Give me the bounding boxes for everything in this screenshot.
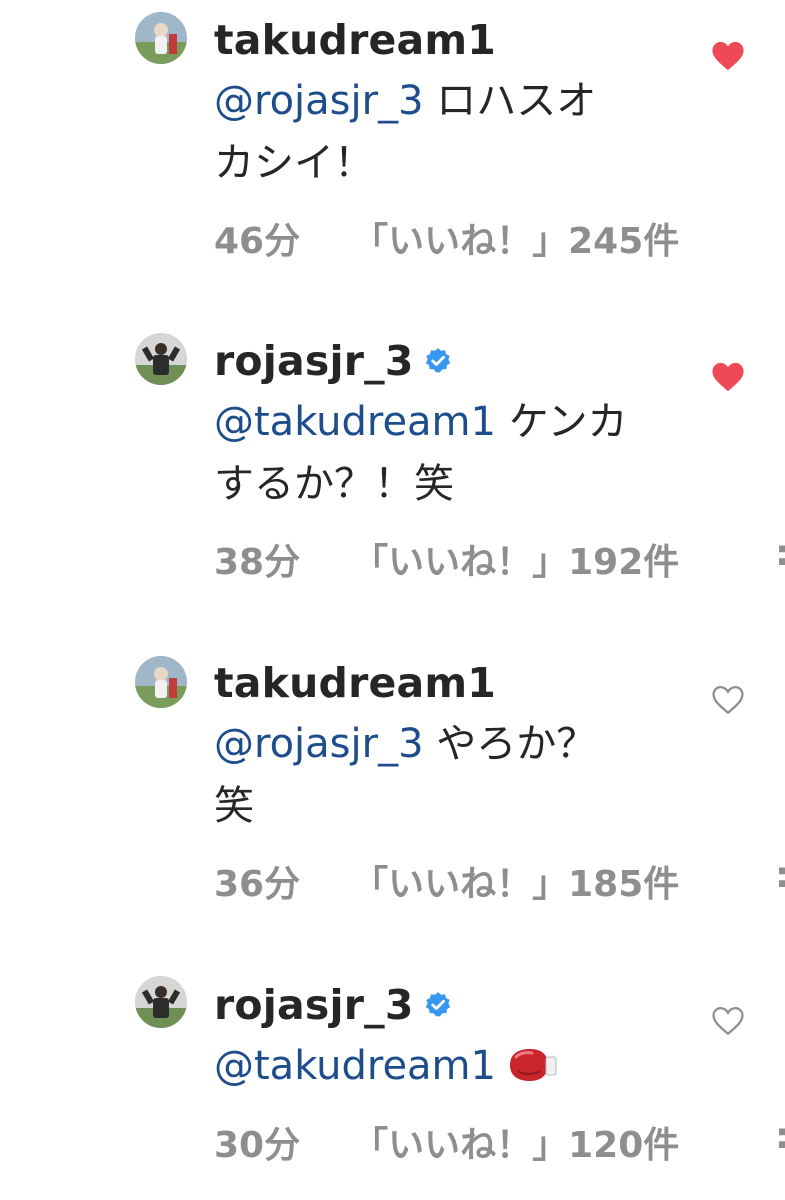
username-row: rojasjr_3 [214,336,452,386]
comment-time: 30分 [214,1125,301,1166]
avatar[interactable] [135,976,187,1028]
username-row: rojasjr_3 [214,980,452,1030]
mention-link[interactable]: @takudream1 [214,399,496,445]
mention-link[interactable]: @rojasjr_3 [214,721,424,767]
heart-filled-icon[interactable] [711,40,745,72]
avatar-image [135,976,187,1028]
reply-button-edge[interactable]: : [775,855,785,896]
comment-text: @rojasjr_3 やろか？笑 [214,713,634,837]
reply-button-edge[interactable]: : [775,1116,785,1157]
comment-meta: 30分 「いいね！」120件 [214,1116,679,1168]
heart-outline-icon[interactable] [711,684,745,716]
heart-filled-icon[interactable] [711,361,745,393]
comment-time: 46分 [214,221,301,262]
comment-meta: 36分 「いいね！」185件 [214,855,679,907]
comment-time: 36分 [214,864,301,905]
comment-meta: 38分 「いいね！」192件 [214,533,679,585]
avatar[interactable] [135,333,187,385]
mention-link[interactable]: @takudream1 [214,1043,496,1089]
comment-text: @takudream1 [214,1035,674,1097]
comment-text: @takudream1 ケンカするか？！笑 [214,391,634,515]
heart-outline-icon[interactable] [711,1005,745,1037]
verified-badge-icon [425,348,450,373]
reply-button-edge[interactable]: : [775,533,785,574]
mention-link[interactable]: @rojasjr_3 [214,78,424,124]
avatar-image [135,656,187,708]
username-row: takudream1 [214,15,496,65]
likes-count-link[interactable]: 「いいね！」245件 [352,221,679,262]
username-link[interactable]: takudream1 [214,16,496,64]
likes-count-link[interactable]: 「いいね！」192件 [352,542,679,583]
avatar[interactable] [135,656,187,708]
avatar[interactable] [135,12,187,64]
comment-text: @rojasjr_3 ロハスオカシイ！ [214,70,634,194]
likes-count-link[interactable]: 「いいね！」185件 [352,864,679,905]
username-link[interactable]: rojasjr_3 [214,337,414,385]
username-row: takudream1 [214,658,496,708]
likes-count-link[interactable]: 「いいね！」120件 [352,1125,679,1166]
comment-time: 38分 [214,542,301,583]
comment-meta: 46分 「いいね！」245件 [214,212,679,264]
avatar-image [135,12,187,64]
boxing-glove-icon [509,1049,557,1081]
username-link[interactable]: takudream1 [214,659,496,707]
avatar-image [135,333,187,385]
verified-badge-icon [425,992,450,1017]
username-link[interactable]: rojasjr_3 [214,981,414,1029]
